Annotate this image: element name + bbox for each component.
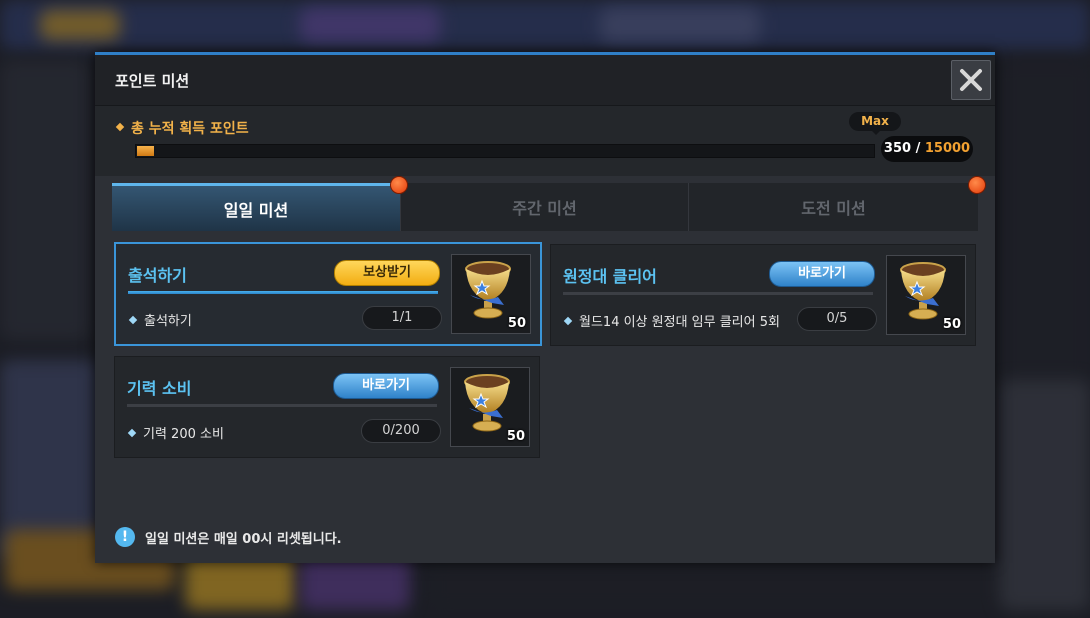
go-to-button[interactable]: 바로가기 (333, 373, 439, 399)
tab-label: 일일 미션 (223, 200, 289, 220)
alert-dot-icon (968, 176, 986, 194)
points-separator: / (911, 141, 925, 156)
claim-reward-button[interactable]: 보상받기 (334, 260, 440, 286)
mission-progress-bar (128, 291, 438, 294)
reset-notice: ! 일일 미션은 매일 00시 리셋됩니다. (115, 527, 342, 547)
mission-progress: 1/1 (362, 306, 442, 330)
title-bar: 포인트 미션 (95, 55, 995, 106)
point-mission-popup: 포인트 미션 총 누적 획득 포인트 Max 350 / 15000 일일 미션… (95, 52, 995, 563)
accumulated-points-section: 총 누적 획득 포인트 Max 350 / 15000 (95, 106, 995, 176)
tab-label: 주간 미션 (512, 199, 577, 218)
points-progress-fill (137, 146, 154, 156)
mission-tabs: 일일 미션 주간 미션 도전 미션 (112, 176, 986, 231)
mission-detail: 기력 200 소비 (127, 423, 224, 442)
points-progress-bar (135, 144, 875, 158)
points-max: 15000 (924, 141, 971, 156)
diamond-icon (127, 428, 137, 437)
diamond-icon (128, 315, 138, 324)
reward-item[interactable]: 50 (451, 254, 531, 334)
close-button[interactable] (951, 60, 991, 100)
reward-amount: 50 (506, 429, 525, 444)
info-icon: ! (115, 527, 135, 547)
tab-daily-mission[interactable]: 일일 미션 (112, 183, 401, 231)
mission-progress-bar (127, 404, 437, 407)
reward-amount: 50 (507, 316, 526, 331)
mission-title: 기력 소비 (127, 379, 192, 398)
points-count: 350 / 15000 (881, 136, 973, 162)
max-badge: Max (849, 112, 901, 135)
popup-title: 포인트 미션 (115, 72, 190, 90)
alert-dot-icon (390, 176, 408, 194)
reward-item[interactable]: 50 (450, 367, 530, 447)
mission-detail: 월드14 이상 원정대 임무 클리어 5회 (563, 311, 780, 330)
close-icon (960, 69, 982, 91)
diamond-icon (563, 316, 573, 325)
mission-progress: 0/200 (361, 419, 441, 443)
mission-card-attendance: 출석하기 보상받기 출석하기 1/1 50 (114, 242, 542, 346)
mission-title: 원정대 클리어 (563, 267, 657, 286)
mission-card-expedition-clear: 원정대 클리어 바로가기 월드14 이상 원정대 임무 클리어 5회 0/5 5… (550, 244, 976, 346)
points-current: 350 (883, 141, 912, 156)
go-to-button[interactable]: 바로가기 (769, 261, 875, 287)
mission-detail: 출석하기 (128, 310, 192, 329)
diamond-icon (115, 122, 125, 132)
tab-weekly-mission[interactable]: 주간 미션 (401, 183, 689, 231)
mission-progress: 0/5 (797, 307, 877, 331)
mission-title: 출석하기 (128, 266, 187, 285)
reset-notice-text: 일일 미션은 매일 00시 리셋됩니다. (145, 531, 342, 547)
reward-amount: 50 (942, 317, 961, 332)
reward-item[interactable]: 50 (886, 255, 966, 335)
tab-challenge-mission[interactable]: 도전 미션 (689, 183, 978, 231)
tab-label: 도전 미션 (801, 199, 866, 218)
mission-progress-bar (563, 292, 873, 295)
accumulated-points-label: 총 누적 획득 포인트 (115, 118, 249, 138)
mission-card-stamina-use: 기력 소비 바로가기 기력 200 소비 0/200 50 (114, 356, 540, 458)
